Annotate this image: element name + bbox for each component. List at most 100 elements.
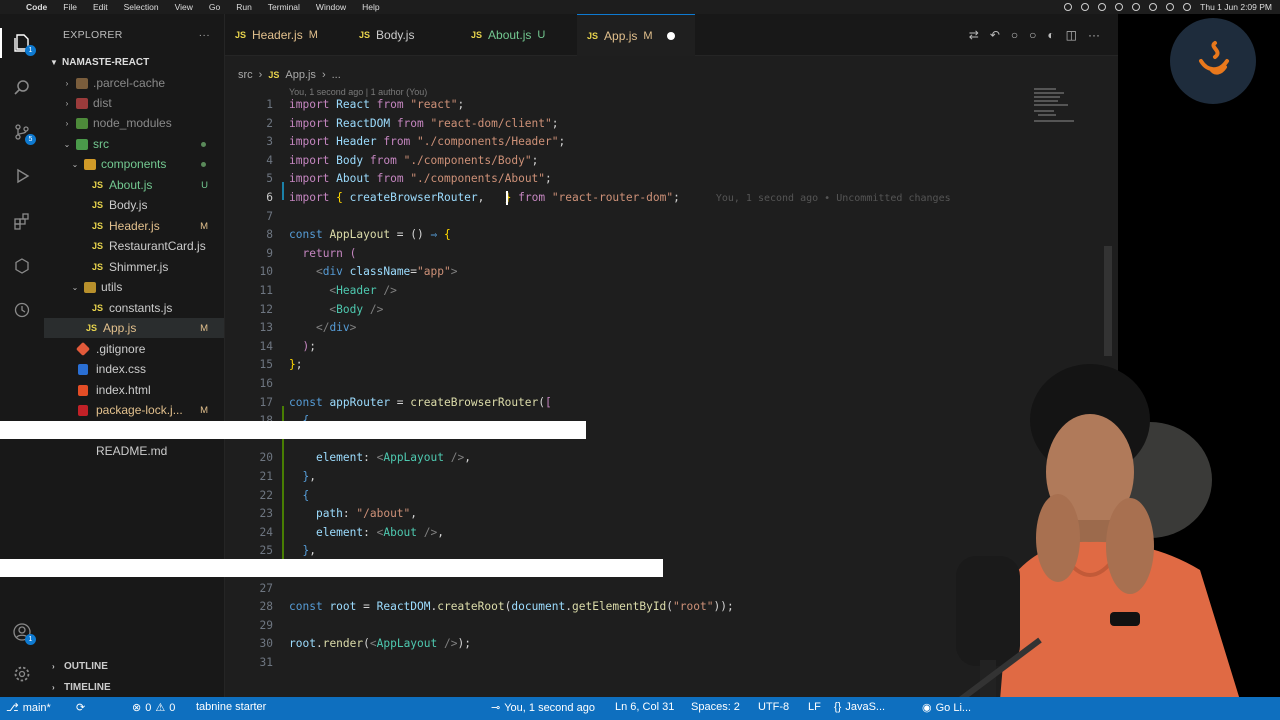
line-number: 16 bbox=[259, 377, 273, 390]
tab-header-js[interactable]: JS Header.js M bbox=[235, 14, 349, 56]
project-root[interactable]: ▼ NAMASTE-REACT bbox=[44, 54, 225, 70]
menu-run[interactable]: Run bbox=[228, 2, 260, 12]
search-icon[interactable] bbox=[10, 76, 34, 100]
tree-item-index-html[interactable]: index.html bbox=[44, 380, 224, 400]
breadcrumb-folder[interactable]: src bbox=[238, 69, 253, 81]
menu-selection[interactable]: Selection bbox=[116, 2, 167, 12]
record-icon[interactable] bbox=[1064, 3, 1073, 11]
menu-file[interactable]: File bbox=[55, 2, 85, 12]
git-status: U bbox=[201, 179, 208, 191]
status-encoding[interactable]: UTF-8 bbox=[758, 701, 789, 713]
tab-app-js[interactable]: JS App.js M bbox=[577, 14, 695, 56]
open-changes-icon[interactable]: ⇄ bbox=[969, 28, 979, 42]
menu-clock[interactable]: Thu 1 Jun 2:09 PM bbox=[1200, 2, 1272, 12]
status-language[interactable]: {} JavaS... bbox=[834, 701, 885, 713]
menu-view[interactable]: View bbox=[167, 2, 201, 12]
wifi-icon[interactable] bbox=[1132, 3, 1141, 11]
tree-item-app-js[interactable]: JS App.js M bbox=[44, 318, 224, 338]
line-number: 31 bbox=[259, 656, 273, 669]
chevron-right-icon: › bbox=[65, 78, 69, 88]
sync-icon[interactable]: ⟳ bbox=[76, 701, 85, 714]
tree-item-header-js[interactable]: JS Header.js M bbox=[44, 216, 224, 236]
timeline-section[interactable]: › TIMELINE bbox=[44, 677, 224, 697]
run-debug-icon[interactable] bbox=[10, 164, 34, 188]
js-file-icon: JS bbox=[92, 303, 104, 313]
html-file-icon bbox=[78, 384, 88, 396]
code-line: <Header /> bbox=[329, 284, 397, 297]
more-actions-icon[interactable]: ··· bbox=[1088, 28, 1100, 42]
go-back-icon[interactable]: ↶ bbox=[990, 28, 1000, 42]
bluetooth-icon[interactable] bbox=[1081, 3, 1090, 11]
tree-item-readme[interactable]: README.md bbox=[44, 441, 224, 461]
git-status: M bbox=[200, 220, 208, 232]
status-position[interactable]: Ln 6, Col 31 bbox=[615, 701, 674, 713]
menu-go[interactable]: Go bbox=[201, 2, 228, 12]
tree-item-gitignore[interactable]: .gitignore bbox=[44, 339, 224, 359]
tree-item-src[interactable]: ⌄ src bbox=[44, 134, 224, 154]
vertical-scrollbar[interactable] bbox=[1104, 246, 1112, 356]
account-icon[interactable]: 1 bbox=[10, 620, 36, 645]
status-eol[interactable]: LF bbox=[808, 701, 821, 713]
line-number: 17 bbox=[259, 395, 273, 409]
status-tabnine[interactable]: tabnine starter bbox=[196, 701, 266, 713]
tree-item-about-js[interactable]: JS About.js U bbox=[44, 175, 224, 195]
play-icon[interactable] bbox=[1098, 3, 1107, 11]
tab-label: App.js bbox=[604, 28, 638, 43]
activity-bar: 1 5 1 bbox=[0, 14, 44, 700]
timer-icon[interactable] bbox=[10, 298, 34, 322]
status-indentation[interactable]: Spaces: 2 bbox=[691, 701, 740, 713]
explorer-icon[interactable]: 1 bbox=[10, 31, 36, 56]
minimap-line bbox=[1034, 88, 1056, 90]
unsaved-dot-icon[interactable] bbox=[666, 31, 675, 40]
minimap-line bbox=[1034, 96, 1060, 98]
tab-about-js[interactable]: JS About.js U bbox=[471, 14, 583, 56]
search-icon[interactable] bbox=[1149, 3, 1158, 11]
menu-terminal[interactable]: Terminal bbox=[260, 2, 308, 12]
circle-icon[interactable]: ○ bbox=[1029, 28, 1036, 42]
js-file-icon: JS bbox=[268, 70, 280, 80]
siri-icon[interactable] bbox=[1183, 3, 1192, 11]
menu-window[interactable]: Window bbox=[308, 2, 354, 12]
tree-item-parcel-cache[interactable]: › .parcel-cache bbox=[44, 73, 224, 93]
tree-item-package-lock[interactable]: package-lock.j... M bbox=[44, 400, 224, 420]
code-line: import Body from "./components/Body"; bbox=[289, 153, 539, 167]
outline-section[interactable]: › OUTLINE bbox=[44, 656, 224, 676]
tab-body-js[interactable]: JS Body.js bbox=[359, 14, 469, 56]
line-number: 21 bbox=[259, 470, 273, 483]
menu-help[interactable]: Help bbox=[354, 2, 387, 12]
tree-item-index-css[interactable]: index.css bbox=[44, 359, 224, 379]
tree-item-utils[interactable]: ⌄ utils bbox=[44, 277, 224, 297]
code-line: path: "/about", bbox=[315, 507, 418, 521]
circle-icon[interactable]: ○ bbox=[1011, 28, 1018, 42]
tree-item-body-js[interactable]: JS Body.js bbox=[44, 195, 224, 215]
control-center-icon[interactable] bbox=[1166, 3, 1175, 11]
breadcrumb-more[interactable]: ... bbox=[332, 69, 341, 81]
more-actions-icon[interactable]: ··· bbox=[199, 29, 210, 41]
tab-status: M bbox=[643, 29, 653, 42]
tree-item-dist[interactable]: › dist bbox=[44, 93, 224, 113]
tree-item-node-modules[interactable]: › node_modules bbox=[44, 113, 224, 133]
line-number: 29 bbox=[259, 618, 273, 632]
tree-item-label: .parcel-cache bbox=[93, 76, 166, 90]
settings-gear-icon[interactable] bbox=[10, 662, 34, 686]
breadcrumb-file[interactable]: App.js bbox=[285, 69, 316, 81]
status-branch[interactable]: ⎇ main* bbox=[6, 701, 51, 715]
battery-icon[interactable] bbox=[1115, 3, 1124, 11]
tree-item-restaurantcard-js[interactable]: JS RestaurantCard.js bbox=[44, 236, 224, 256]
extensions-icon[interactable] bbox=[10, 209, 34, 233]
menu-app[interactable]: Code bbox=[22, 2, 55, 12]
status-golive[interactable]: ◉ Go Li... bbox=[922, 701, 971, 715]
tree-item-components[interactable]: ⌄ components bbox=[44, 154, 224, 174]
menu-edit[interactable]: Edit bbox=[85, 2, 116, 12]
folder-icon bbox=[76, 117, 88, 129]
remote-explorer-icon[interactable] bbox=[10, 254, 34, 278]
source-control-icon[interactable]: 5 bbox=[10, 120, 36, 145]
status-blame[interactable]: ⊸ You, 1 second ago bbox=[491, 701, 595, 715]
tree-item-shimmer-js[interactable]: JS Shimmer.js bbox=[44, 257, 224, 277]
tree-item-constants-js[interactable]: JS constants.js bbox=[44, 298, 224, 318]
split-editor-icon[interactable]: ◫ bbox=[1066, 28, 1077, 42]
status-problems[interactable]: ⊗ 0 ⚠ 0 bbox=[132, 701, 175, 715]
minimap-line bbox=[1034, 100, 1058, 102]
compare-icon[interactable]: ◐ bbox=[1047, 28, 1054, 42]
minimap[interactable] bbox=[1032, 86, 1102, 126]
